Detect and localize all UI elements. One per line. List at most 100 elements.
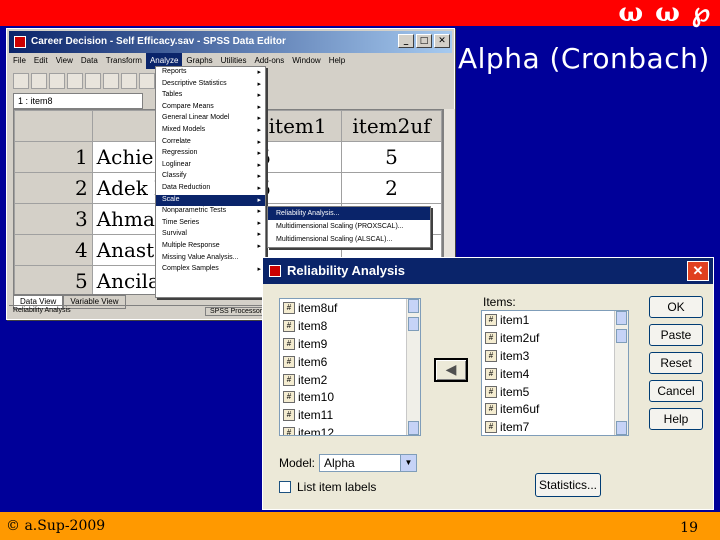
statistics-button[interactable]: Statistics... [535, 473, 601, 497]
row-number[interactable]: 5 [14, 265, 93, 294]
variable-name: item6uf [500, 402, 540, 417]
menu-view[interactable]: View [52, 53, 77, 69]
dialog-recall-icon[interactable] [67, 73, 83, 89]
menu-item-survival[interactable]: Survival ▸ [156, 229, 265, 241]
list-item[interactable]: # item6uf [482, 400, 628, 418]
menu-help[interactable]: Help [325, 53, 349, 69]
menu-file[interactable]: File [9, 53, 30, 69]
menu-item-classify[interactable]: Classify ▸ [156, 171, 265, 183]
menu-item-time-series[interactable]: Time Series ▸ [156, 218, 265, 230]
menu-item-complex-samples[interactable]: Complex Samples ▸ [156, 264, 265, 276]
undo-icon[interactable] [85, 73, 101, 89]
list-item[interactable]: # item6 [280, 353, 420, 371]
menu-item-mixed-models[interactable]: Mixed Models ▸ [156, 125, 265, 137]
dialog-titlebar[interactable]: Reliability Analysis ✕ [263, 258, 713, 284]
row-number[interactable]: 1 [14, 141, 93, 173]
bottom-bar: © a.Sup-2009 19 [0, 512, 720, 540]
chevron-down-icon[interactable]: ▼ [400, 455, 416, 471]
cell-item1[interactable]: 5 [253, 172, 343, 204]
minimize-icon[interactable]: _ [398, 34, 414, 48]
close-icon[interactable]: ✕ [687, 261, 709, 281]
goto-chart-icon[interactable] [121, 73, 137, 89]
scroll-down-icon[interactable] [616, 421, 627, 435]
list-item[interactable]: # item2uf [482, 329, 628, 347]
redo-icon[interactable] [103, 73, 119, 89]
list-item[interactable]: # item3 [482, 347, 628, 365]
list-item[interactable]: # item8 [280, 317, 420, 335]
model-value: Alpha [324, 456, 355, 470]
list-item-labels-row[interactable]: List item labels [279, 480, 376, 494]
variables-list[interactable]: # item8uf # item8 # item9 # item6 # item2 # item10 #… [279, 298, 421, 436]
menu-item-regression[interactable]: Regression ▸ [156, 148, 265, 160]
list-item-labels-checkbox[interactable] [279, 481, 291, 493]
menu-item-compare-means[interactable]: Compare Means ▸ [156, 102, 265, 114]
items-list[interactable]: # item1 # item2uf # item3 # item4 # item5 # item6uf… [481, 310, 629, 436]
menu-window[interactable]: Window [288, 53, 324, 69]
menu-transform[interactable]: Transform [102, 53, 146, 69]
paste-button[interactable]: Paste [649, 324, 703, 346]
scroll-down-icon[interactable] [408, 421, 419, 435]
menu-item-correlate[interactable]: Correlate ▸ [156, 137, 265, 149]
row-number[interactable]: 2 [14, 172, 93, 204]
menu-item-label: Mixed Models [162, 125, 206, 133]
list-item[interactable]: # item8uf [280, 299, 420, 317]
menu-item-mds-proxscal[interactable]: Multidimensional Scaling (PROXSCAL)... [268, 220, 430, 233]
scale-variable-icon: # [283, 391, 295, 404]
menu-item-descriptive-statistics[interactable]: Descriptive Statistics ▸ [156, 79, 265, 91]
menu-item-reports[interactable]: Reports ▸ [156, 67, 265, 79]
list-item[interactable]: # item12 [280, 424, 420, 435]
list-item[interactable]: # item11 [280, 406, 420, 424]
cell-item2uf[interactable]: 2 [341, 172, 442, 204]
maximize-icon[interactable]: □ [416, 34, 432, 48]
menu-item-reliability-analysis[interactable]: Reliability Analysis... [268, 207, 430, 220]
open-icon[interactable] [13, 73, 29, 89]
row-number[interactable]: 4 [14, 234, 93, 266]
list-item[interactable]: # item5 [482, 383, 628, 401]
menu-item-missing-value-analysis[interactable]: Missing Value Analysis... [156, 253, 265, 265]
submenu-arrow-icon: ▸ [257, 92, 261, 100]
spss-titlebar[interactable]: Career Decision - Self Efficacy.sav - SP… [9, 31, 452, 53]
menu-item-general-linear-model[interactable]: General Linear Model ▸ [156, 113, 265, 125]
list-item[interactable]: # item7 [482, 418, 628, 435]
list-item[interactable]: # item2 [280, 371, 420, 389]
menu-item-loglinear[interactable]: Loglinear ▸ [156, 160, 265, 172]
scroll-up-icon[interactable] [616, 311, 627, 325]
help-button[interactable]: Help [649, 408, 703, 430]
menu-item-label: Time Series [162, 218, 200, 226]
variables-scrollbar[interactable] [406, 299, 420, 435]
column-header-item2uf[interactable]: item2uf [341, 110, 442, 142]
cell-item1[interactable]: 5 [253, 141, 343, 173]
scroll-thumb[interactable] [408, 317, 419, 331]
menu-item-scale[interactable]: Scale ▸ [156, 194, 265, 207]
close-icon[interactable]: ✕ [434, 34, 450, 48]
menu-data[interactable]: Data [77, 53, 102, 69]
scroll-up-icon[interactable] [408, 299, 419, 313]
move-left-button[interactable]: ◀ [434, 358, 468, 382]
list-item[interactable]: # item4 [482, 365, 628, 383]
list-item[interactable]: # item1 [482, 311, 628, 329]
save-icon[interactable] [31, 73, 47, 89]
cell-item2uf[interactable]: 5 [341, 141, 442, 173]
list-item[interactable]: # item9 [280, 335, 420, 353]
list-item[interactable]: # item10 [280, 388, 420, 406]
cancel-button[interactable]: Cancel [649, 380, 703, 402]
row-number[interactable]: 3 [14, 203, 93, 235]
ok-button[interactable]: OK [649, 296, 703, 318]
menu-item-label: Data Reduction [162, 183, 211, 191]
model-select[interactable]: Alpha ▼ [319, 454, 417, 472]
scroll-thumb[interactable] [616, 329, 627, 343]
menu-item-nonparametric-tests[interactable]: Nonparametric Tests ▸ [156, 206, 265, 218]
reset-button[interactable]: Reset [649, 352, 703, 374]
menu-item-tables[interactable]: Tables ▸ [156, 90, 265, 102]
items-scrollbar[interactable] [614, 311, 628, 435]
menu-item-label: Tables [162, 91, 183, 99]
menu-item-mds-alscal[interactable]: Multidimensional Scaling (ALSCAL)... [268, 233, 430, 246]
menu-item-multiple-response[interactable]: Multiple Response ▸ [156, 241, 265, 253]
menu-item-data-reduction[interactable]: Data Reduction ▸ [156, 183, 265, 195]
variable-name: item10 [298, 390, 335, 405]
menu-edit[interactable]: Edit [30, 53, 52, 69]
goto-case-icon[interactable] [139, 73, 155, 89]
variable-name: item7 [500, 420, 530, 435]
column-header-item1[interactable]: item1 [253, 110, 343, 142]
print-icon[interactable] [49, 73, 65, 89]
